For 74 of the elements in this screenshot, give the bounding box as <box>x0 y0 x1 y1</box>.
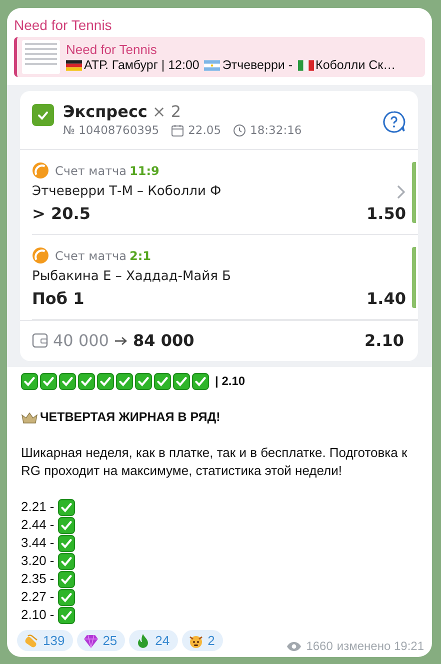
check-icon <box>40 372 57 390</box>
eye-icon <box>286 640 302 652</box>
check-icon <box>59 372 76 390</box>
stake-amount: 40 000 <box>53 331 109 350</box>
edited-time: изменено 19:21 <box>336 639 424 653</box>
reaction-button[interactable]: 24 <box>129 630 178 651</box>
match-score: 11:9 <box>130 164 160 178</box>
check-icon <box>97 372 114 390</box>
match-players: Рыбакина Е – Хаддад-Майя Б <box>32 269 231 284</box>
reply-text: Коболли Ск… <box>316 58 396 72</box>
reply-title: Need for Tennis <box>66 42 158 57</box>
check-icon <box>173 372 190 390</box>
flag-icon <box>204 60 220 70</box>
stat-odds: 3.20 - <box>21 552 54 570</box>
check-icon <box>154 372 171 390</box>
view-count: 1660 <box>306 639 333 653</box>
tennis-ball-icon <box>32 247 49 264</box>
flag-icon <box>66 60 82 70</box>
wallet-icon <box>32 333 48 348</box>
check-icon <box>116 372 133 390</box>
check-icon <box>58 498 76 516</box>
reaction-button[interactable]: 2 <box>182 630 223 651</box>
total-odds: 2.10 <box>364 331 404 350</box>
check-icon <box>21 372 38 390</box>
match-players: Этчеверри Т-М – Коболли Ф <box>32 184 222 199</box>
bet-time: 18:32:16 <box>250 123 302 137</box>
flag-icon <box>298 60 314 70</box>
arrow-icon <box>114 336 128 346</box>
check-icon <box>32 104 54 126</box>
bet-date: 22.05 <box>188 123 222 137</box>
check-icon <box>58 552 76 570</box>
check-icon <box>135 372 152 390</box>
check-icon <box>58 588 76 606</box>
help-icon[interactable] <box>382 110 406 134</box>
market-label: Счет матча <box>55 248 126 262</box>
reply-text: АТР. Гамбург | 12:00 <box>84 58 200 72</box>
post-paragraph: Шикарная неделя, как в платке, так и в бесплатке. Подготовка к RG проходит на максимуме, статистика этой недели! <box>21 444 408 480</box>
stat-odds: 2.10 - <box>21 606 54 624</box>
crown-icon <box>21 410 38 424</box>
bet-number: № 10408760395 <box>63 123 160 137</box>
bet-odds: 1.50 <box>366 204 406 223</box>
check-icon <box>58 534 76 552</box>
gem-icon <box>82 632 99 648</box>
result-text: | 2.10 <box>215 373 246 390</box>
bet-multiplier: × 2 <box>152 102 182 121</box>
stat-odds: 2.44 - <box>21 516 54 534</box>
status-bar <box>412 247 416 308</box>
clock-icon <box>233 124 246 136</box>
channel-name[interactable]: Need for Tennis <box>7 17 432 33</box>
thumbnail-icon <box>22 40 60 74</box>
check-icon <box>58 606 76 624</box>
bet-pick: > 20.5 <box>32 204 90 223</box>
stat-odds: 2.21 - <box>21 498 54 516</box>
check-icon <box>192 372 209 390</box>
post-headline: ЧЕТВЕРТАЯ ЖИРНАЯ В РЯД! <box>40 409 220 426</box>
stat-odds: 2.35 - <box>21 570 54 588</box>
status-bar <box>412 162 416 223</box>
check-icon <box>58 570 76 588</box>
check-icon <box>78 372 95 390</box>
bet-pick: Поб 1 <box>32 289 84 308</box>
bet-title: Экспресс <box>63 102 148 121</box>
reply-quote[interactable]: Need for Tennis АТР. Гамбург | 12:00 Этчеверри - Коболли Ск… <box>14 37 425 77</box>
stat-odds: 2.27 - <box>21 588 54 606</box>
payout-amount: 84 000 <box>132 331 196 350</box>
bet-odds: 1.40 <box>366 289 406 308</box>
calendar-icon <box>171 124 184 136</box>
check-icon <box>58 516 76 534</box>
reaction-button[interactable]: 25 <box>76 630 126 651</box>
reaction-button[interactable]: 139 <box>17 630 73 651</box>
market-label: Счет матча <box>55 164 126 178</box>
stat-odds: 3.44 - <box>21 534 54 552</box>
reply-text: Этчеверри - <box>222 58 293 72</box>
tennis-ball-icon <box>32 162 49 179</box>
match-score: 2:1 <box>130 248 151 262</box>
